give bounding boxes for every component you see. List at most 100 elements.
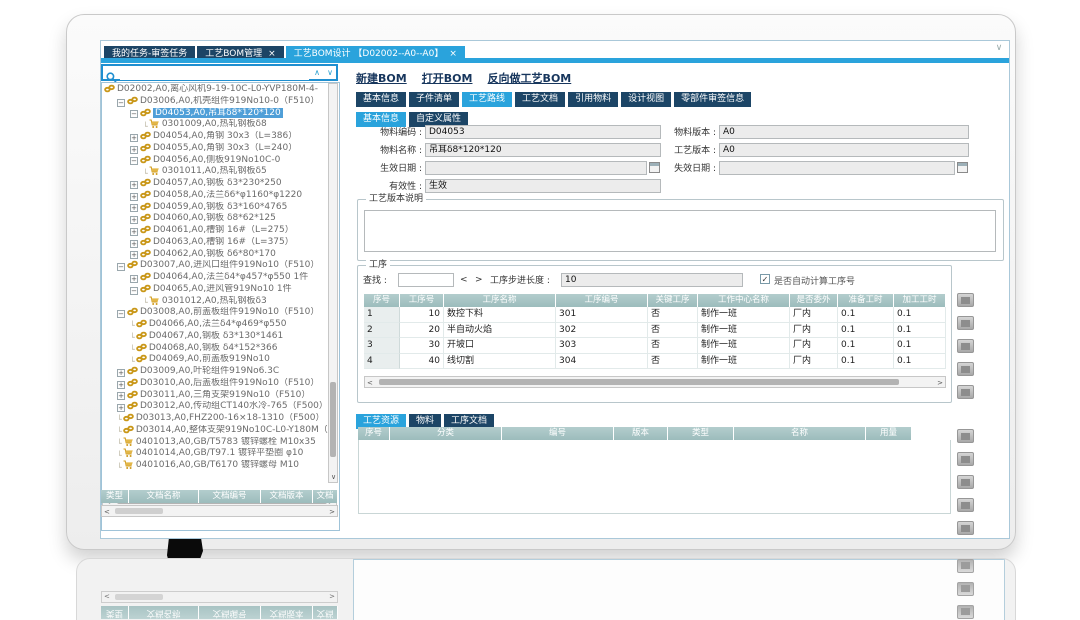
process-header-col-5[interactable]: 工作中心名称: [698, 294, 790, 307]
scrollbar-thumb[interactable]: [379, 379, 899, 385]
collapse-node-icon[interactable]: −: [130, 110, 138, 118]
process-header-col-8[interactable]: 加工工时: [894, 294, 946, 307]
resource-header-col-0[interactable]: 序号: [358, 427, 390, 440]
reflected-document-header-col-1[interactable]: 文档名称: [129, 606, 199, 619]
scrollbar-thumb[interactable]: [115, 508, 163, 514]
validity-field[interactable]: 生效: [425, 179, 661, 193]
expand-node-icon[interactable]: +: [117, 392, 125, 400]
document-header-col-0[interactable]: 类型: [101, 490, 129, 503]
expand-node-icon[interactable]: +: [130, 275, 138, 283]
document-header-col-2[interactable]: 文档编号: [199, 490, 261, 503]
tree-item-2[interactable]: −D04053,A0,吊耳δ8*120*120: [104, 108, 328, 120]
tree-item-20[interactable]: └D04066,A0,法兰δ4*φ469*φ550: [104, 319, 328, 331]
tree-item-21[interactable]: └D04067,A0,钢板 δ3*130*1461: [104, 331, 328, 343]
tree-item-32[interactable]: └0401016,A0,GB/T6170 镀锌螺母 M10: [104, 460, 328, 472]
process-table-row[interactable]: 110数控下料301否制作一班厂内0.10.1: [364, 307, 946, 323]
step-length-input[interactable]: 10: [561, 273, 743, 287]
resource-tool-icon-3[interactable]: [957, 498, 974, 512]
tree-item-26[interactable]: +D03011,A0,三角支架919No10（F510）: [104, 390, 328, 402]
process-header-col-2[interactable]: 工序名称: [444, 294, 556, 307]
process-header-col-0[interactable]: 序号: [364, 294, 400, 307]
open-bom-link[interactable]: 打开BOM: [422, 72, 473, 85]
resource-header-col-4[interactable]: 类型: [668, 427, 734, 440]
reflected-document-header-col-3[interactable]: 文档版本: [261, 606, 313, 619]
collapse-node-icon[interactable]: −: [130, 287, 138, 295]
resource-tool-icon-1[interactable]: [957, 452, 974, 466]
tree-item-31[interactable]: └0401014,A0,GB/T97.1 镀锌平垫圈 φ10: [104, 448, 328, 460]
expire-date-field[interactable]: [719, 161, 955, 175]
tree-item-13[interactable]: +D04063,A0,槽钢 16#（L=375）: [104, 237, 328, 249]
expand-node-icon[interactable]: +: [130, 193, 138, 201]
auto-calc-checkbox[interactable]: ✓: [760, 274, 770, 284]
reflected-tool-icon-2[interactable]: [957, 559, 974, 573]
tree-item-4[interactable]: +D04054,A0,角钢 30x3（L=386）: [104, 131, 328, 143]
tree-item-7[interactable]: └0301011,A0,热轧钢板δ5: [104, 166, 328, 178]
resource-tool-icon-0[interactable]: [957, 429, 974, 443]
sub-tab-0[interactable]: 基本信息: [356, 112, 406, 127]
scrollbar-thumb[interactable]: [330, 382, 336, 457]
expand-node-icon[interactable]: +: [130, 251, 138, 259]
tree-item-17[interactable]: −D04065,A0,进风管919No10 1件: [104, 284, 328, 296]
reflected-document-header-col-0[interactable]: 类型: [101, 606, 129, 619]
tree-item-5[interactable]: +D04055,A0,角钢 30x3（L=240）: [104, 143, 328, 155]
reverse-process-bom-link[interactable]: 反向做工艺BOM: [488, 72, 572, 85]
tree-item-19[interactable]: −D03008,A0,前盖板组件919No10（F510）: [104, 307, 328, 319]
find-prev-icon[interactable]: <: [460, 273, 468, 287]
tree-item-30[interactable]: └0401013,A0,GB/T5783 镀锌螺栓 M10x35: [104, 437, 328, 449]
process-table-row[interactable]: 220半自动火焰302否制作一班厂内0.10.1: [364, 323, 946, 339]
reflected-document-header-col-2[interactable]: 文档编号: [199, 606, 261, 619]
reflected-tool-icon-0[interactable]: [957, 605, 974, 619]
document-header-col-3[interactable]: 文档版本: [261, 490, 313, 503]
expand-node-icon[interactable]: +: [130, 204, 138, 212]
tree-item-10[interactable]: +D04059,A0,钢板 δ3*160*4765: [104, 202, 328, 214]
process-table-row[interactable]: 440线切割304否制作一班厂内0.10.1: [364, 354, 946, 370]
process-tool-icon-0[interactable]: [957, 293, 974, 307]
tree-search-input[interactable]: [120, 67, 309, 80]
tree-item-24[interactable]: +D03009,A0,叶轮组件919No6.3C: [104, 366, 328, 378]
tree-item-9[interactable]: +D04058,A0,法兰δ6*φ1160*φ1220: [104, 190, 328, 202]
find-next-icon[interactable]: >: [475, 273, 483, 287]
resource-header-col-3[interactable]: 版本: [614, 427, 668, 440]
main-tab-0[interactable]: 基本信息: [356, 92, 406, 107]
tree-item-29[interactable]: └D03014,A0,整体支架919No10C-L0-Y180M（: [104, 425, 328, 437]
main-tab-5[interactable]: 设计视图: [621, 92, 671, 107]
material-name-field[interactable]: 吊耳δ8*120*120: [425, 143, 661, 157]
tree-item-15[interactable]: −D03007,A0,进风口组件919No10（F510）: [104, 260, 328, 272]
tree-item-25[interactable]: +D03010,A0,后盖板组件919No10（F510）: [104, 378, 328, 390]
main-tab-1[interactable]: 子件清单: [409, 92, 459, 107]
search-prev-icon[interactable]: ∧: [314, 68, 320, 77]
process-header-col-3[interactable]: 工序编号: [556, 294, 648, 307]
process-tool-icon-2[interactable]: [957, 339, 974, 353]
effective-date-field[interactable]: [425, 161, 647, 175]
process-version-field[interactable]: A0: [719, 143, 969, 157]
search-next-icon[interactable]: ∨: [327, 68, 333, 77]
tree-item-18[interactable]: └0301012,A0,热轧钢板δ3: [104, 296, 328, 308]
tree-item-0[interactable]: D02002,A0,离心风机9-19-10C-L0-YVP180M-4-: [104, 84, 328, 96]
find-input[interactable]: [398, 273, 454, 287]
main-tab-6[interactable]: 零部件审签信息: [674, 92, 751, 107]
tree-item-8[interactable]: +D04057,A0,钢板 δ3*230*250: [104, 178, 328, 190]
process-tool-icon-3[interactable]: [957, 362, 974, 376]
scroll-right-icon[interactable]: >: [937, 378, 943, 388]
resource-header-col-6[interactable]: 用量: [866, 427, 912, 440]
process-tool-icon-1[interactable]: [957, 316, 974, 330]
expand-node-icon[interactable]: +: [130, 134, 138, 142]
process-horizontal-scrollbar[interactable]: < >: [364, 376, 946, 388]
collapse-chevron-icon[interactable]: ∨: [992, 43, 1006, 56]
new-bom-link[interactable]: 新建BOM: [356, 72, 407, 85]
material-code-field[interactable]: D04053: [425, 125, 661, 139]
tree-item-1[interactable]: −D03006,A0,机壳组件919No10-0（F510）: [104, 96, 328, 108]
material-version-field[interactable]: A0: [719, 125, 969, 139]
resource-header-col-5[interactable]: 名称: [734, 427, 866, 440]
tree-item-14[interactable]: +D04062,A0,钢板 δ6*80*170: [104, 249, 328, 261]
scroll-right-icon[interactable]: >: [329, 507, 335, 517]
tree-item-11[interactable]: +D04060,A0,钢板 δ8*62*125: [104, 213, 328, 225]
resource-header-col-2[interactable]: 编号: [502, 427, 614, 440]
process-header-col-6[interactable]: 是否委外: [790, 294, 838, 307]
tree-item-22[interactable]: └D04068,A0,钢板 δ4*152*366: [104, 343, 328, 355]
expand-node-icon[interactable]: +: [117, 404, 125, 412]
tree-item-28[interactable]: └D03013,A0,FHZ200-16×18-1310（F500）: [104, 413, 328, 425]
tree-item-12[interactable]: +D04061,A0,槽钢 16#（L=275）: [104, 225, 328, 237]
process-header-col-1[interactable]: 工序号: [400, 294, 444, 307]
expand-node-icon[interactable]: +: [130, 228, 138, 236]
